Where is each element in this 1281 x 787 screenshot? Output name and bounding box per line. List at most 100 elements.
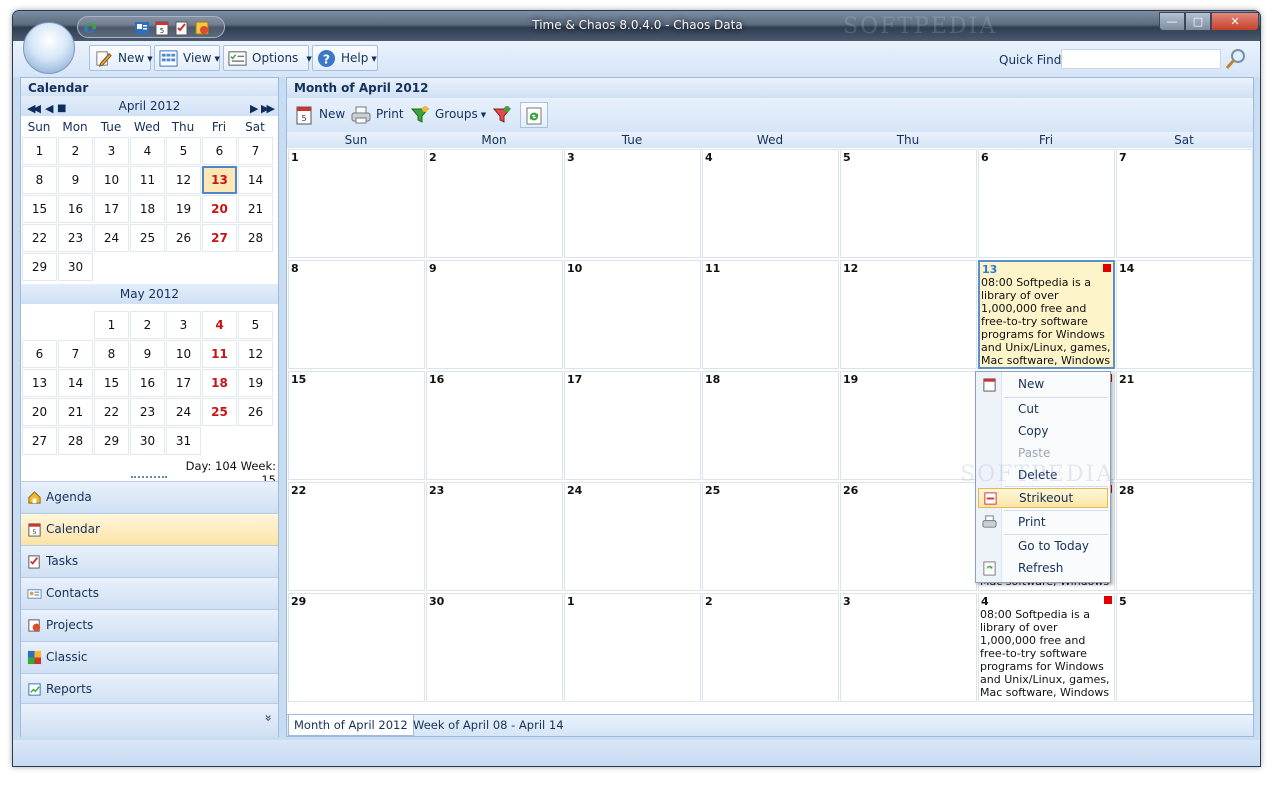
title-bar[interactable]: SOFTPEDIA Time & Chaos 8.0.4.0 - Chaos D…	[13, 11, 1260, 41]
mini-day-cell[interactable]: 1	[94, 311, 129, 339]
mini-day-cell[interactable]: 2	[130, 311, 165, 339]
mini-day-cell[interactable]: 12	[238, 340, 273, 368]
mini-day-cell[interactable]: 30	[58, 253, 93, 281]
application-orb-button[interactable]	[23, 22, 75, 74]
mini-day-cell[interactable]: 7	[58, 340, 93, 368]
mini-day-cell[interactable]: 23	[58, 224, 93, 252]
mini-day-cell[interactable]: 11	[130, 166, 165, 194]
nav-projects[interactable]: Projects	[21, 609, 278, 641]
day-cell[interactable]: 21	[1116, 371, 1253, 480]
mini-day-cell[interactable]: 7	[238, 137, 273, 165]
nav-reports[interactable]: Reports	[21, 673, 278, 705]
prev-year-button[interactable]: ◀◀	[27, 99, 41, 119]
mini-day-cell[interactable]: 28	[58, 427, 93, 455]
day-cell[interactable]: 5	[1116, 593, 1253, 702]
mini-day-cell[interactable]: 16	[130, 369, 165, 397]
prev-month-button[interactable]: ◀	[45, 99, 54, 119]
menu-item-print[interactable]: Print	[978, 513, 1108, 533]
mini-day-cell[interactable]: 24	[166, 398, 201, 426]
mini-day-cell[interactable]: 3	[94, 137, 129, 165]
mini-day-cell[interactable]: 6	[202, 137, 237, 165]
mini-day-cell[interactable]: 22	[94, 398, 129, 426]
day-cell[interactable]: 4 08:00 Softpedia is a library of over 1,…	[978, 593, 1115, 702]
mini-day-cell[interactable]: 17	[166, 369, 201, 397]
nav-tasks[interactable]: Tasks	[21, 545, 278, 577]
day-cell[interactable]: 14	[1116, 260, 1253, 369]
mini-day-cell[interactable]: 13	[22, 369, 57, 397]
day-cell[interactable]: 3	[840, 593, 977, 702]
tab-month-view[interactable]: Month of April 2012	[288, 715, 414, 736]
day-cell[interactable]: 16	[426, 371, 563, 480]
mini-day-cell[interactable]: 31	[166, 427, 201, 455]
menu-item-refresh[interactable]: Refresh	[978, 559, 1108, 579]
day-cell[interactable]: 1	[564, 593, 701, 702]
mini-day-cell[interactable]: 9	[130, 340, 165, 368]
day-cell[interactable]: 5	[840, 149, 977, 258]
contacts-icon[interactable]	[134, 20, 150, 36]
day-cell[interactable]: 15	[288, 371, 425, 480]
nav-calendar[interactable]: 5 Calendar	[21, 513, 278, 545]
mini-day-cell[interactable]: 5	[238, 311, 273, 339]
mini-day-cell[interactable]: 19	[238, 369, 273, 397]
view-menu-button[interactable]: View ▼	[154, 45, 220, 71]
day-cell[interactable]: 2	[426, 149, 563, 258]
mini-day-cell[interactable]: 13	[202, 166, 237, 194]
mini-day-cell[interactable]: 14	[58, 369, 93, 397]
mini-day-cell[interactable]: 25	[202, 398, 237, 426]
mini-day-cell[interactable]: 15	[94, 369, 129, 397]
mini-day-cell[interactable]: 4	[202, 311, 237, 339]
mini-day-cell[interactable]: 26	[166, 224, 201, 252]
maximize-button[interactable]: □	[1185, 12, 1211, 31]
filter-button[interactable]	[489, 102, 517, 128]
options-menu-button[interactable]: Options ▼	[223, 45, 312, 71]
calendar-icon[interactable]: 5	[154, 20, 170, 36]
mini-day-cell[interactable]: 26	[238, 398, 273, 426]
day-cell[interactable]: 7	[1116, 149, 1253, 258]
search-icon[interactable]	[1224, 47, 1248, 71]
next-month-button[interactable]: ▶	[250, 99, 259, 119]
mini-day-cell[interactable]: 21	[58, 398, 93, 426]
day-cell[interactable]: 22	[288, 482, 425, 591]
mini-day-cell[interactable]: 5	[166, 137, 201, 165]
day-cell[interactable]: 8	[288, 260, 425, 369]
day-cell[interactable]: 25	[702, 482, 839, 591]
menu-item-new[interactable]: New	[978, 375, 1108, 395]
day-cell[interactable]: 28	[1116, 482, 1253, 591]
chevron-right-double-icon[interactable]: »	[261, 714, 275, 721]
tasks-icon[interactable]	[174, 20, 190, 36]
mini-day-cell[interactable]: 22	[22, 224, 57, 252]
groups-menu-button[interactable]: Groups ▼	[407, 102, 487, 128]
mini-day-cell[interactable]: 29	[94, 427, 129, 455]
new-appointment-button[interactable]: 5 New	[291, 102, 347, 128]
day-cell[interactable]: 18	[702, 371, 839, 480]
mini-day-cell[interactable]: 19	[166, 195, 201, 223]
day-cell[interactable]: 26	[840, 482, 977, 591]
day-cell[interactable]: 23	[426, 482, 563, 591]
day-cell[interactable]: 3	[564, 149, 701, 258]
minimize-button[interactable]: —	[1159, 12, 1185, 31]
close-button[interactable]: ✕	[1211, 12, 1259, 31]
help-menu-button[interactable]: ? Help ▼	[312, 45, 378, 71]
mini-day-cell[interactable]: 18	[130, 195, 165, 223]
mini-day-cell[interactable]: 10	[166, 340, 201, 368]
mini-day-cell[interactable]: 20	[202, 195, 237, 223]
mini-day-cell[interactable]: 11	[202, 340, 237, 368]
mini-day-cell[interactable]: 29	[22, 253, 57, 281]
mini-day-cell[interactable]: 4	[130, 137, 165, 165]
day-cell[interactable]: 9	[426, 260, 563, 369]
mini-day-cell[interactable]: 18	[202, 369, 237, 397]
day-cell[interactable]: 17	[564, 371, 701, 480]
tab-week-view[interactable]: Week of April 08 - April 14	[408, 715, 569, 736]
mini-day-cell[interactable]: 10	[94, 166, 129, 194]
menu-item-go-to-today[interactable]: Go to Today	[978, 537, 1108, 557]
menu-item-delete[interactable]: Delete	[978, 466, 1108, 486]
mini-day-cell[interactable]: 24	[94, 224, 129, 252]
mini-day-cell[interactable]: 16	[58, 195, 93, 223]
day-cell[interactable]: 1	[288, 149, 425, 258]
day-cell[interactable]: 13 08:00 Softpedia is a library of over 1…	[978, 260, 1115, 369]
day-cell[interactable]: 30	[426, 593, 563, 702]
day-cell[interactable]: 4	[702, 149, 839, 258]
mini-day-cell[interactable]: 8	[22, 166, 57, 194]
splitter-grip[interactable]	[131, 476, 167, 479]
mini-day-cell[interactable]: 28	[238, 224, 273, 252]
